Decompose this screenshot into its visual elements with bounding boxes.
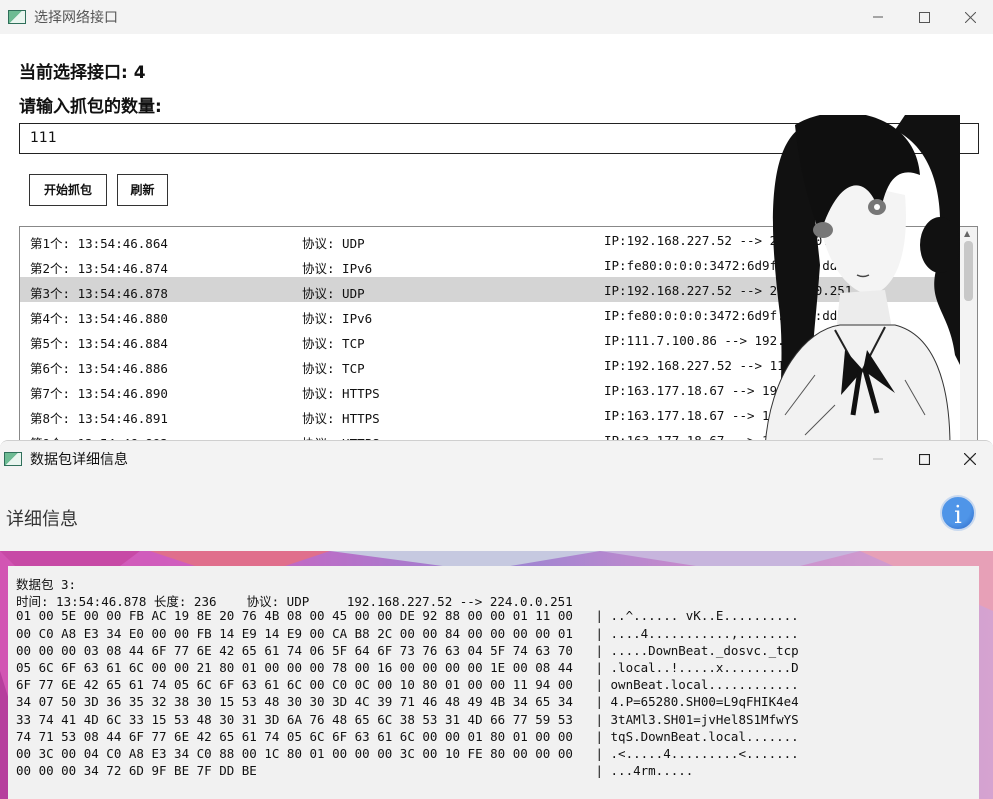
packet-time: 第7个: 13:54:46.890 [30, 386, 168, 401]
packet-protocol: 协议: HTTPS [302, 411, 380, 426]
minimize-button[interactable] [855, 0, 901, 34]
anime-character-illustration [764, 115, 960, 447]
window-controls [855, 0, 993, 34]
detail-header: 详细信息 i [0, 477, 993, 551]
close-icon [964, 453, 976, 465]
packet-protocol: 协议: TCP [302, 361, 365, 376]
app-icon [8, 10, 26, 24]
packet-protocol: 协议: HTTPS [302, 386, 380, 401]
detail-minimize-button[interactable] [855, 441, 901, 477]
minimize-icon [873, 16, 883, 18]
hex-dump-line: 6F 77 6E 42 65 61 74 05 6C 6F 63 61 6C 0… [16, 677, 799, 693]
close-button[interactable] [947, 0, 993, 34]
hex-dump-line: 00 3C 00 04 C0 A8 E3 34 C0 88 00 1C 80 0… [16, 746, 799, 761]
detail-app-icon [4, 452, 22, 466]
packet-detail-text[interactable]: 数据包 3: 时间: 13:54:46.878 长度: 236 协议: UDP 1… [8, 566, 979, 799]
packet-list-scrollbar[interactable]: ▲ [960, 227, 977, 444]
packet-time: 第8个: 13:54:46.891 [30, 411, 168, 426]
current-interface-label: 当前选择接口: 4 [19, 63, 146, 83]
packet-time: 第1个: 13:54:46.864 [30, 236, 168, 251]
minimize-icon [873, 458, 883, 460]
hex-dump-line: 01 00 5E 00 00 FB AC 19 8E 20 76 4B 08 0… [16, 608, 799, 624]
packet-protocol: 协议: UDP [302, 286, 365, 301]
detail-header-label: 详细信息 [6, 509, 78, 530]
packet-detail-window: 数据包详细信息 详细信息 i 数据包 3: 时间: 13:54:46.878 长… [0, 440, 993, 799]
hex-dump-line: 00 00 00 34 72 6D 9F BE 7F DD BE | ...4r… [16, 763, 694, 779]
maximize-icon [918, 453, 930, 465]
detail-window-controls [855, 441, 993, 477]
hex-dump-line: 00 00 00 03 08 44 6F 77 6E 42 65 61 74 0… [16, 642, 799, 658]
scroll-thumb[interactable] [964, 241, 973, 301]
close-icon [964, 11, 976, 23]
detail-maximize-button[interactable] [901, 441, 947, 477]
packet-protocol: 协议: UDP [302, 236, 365, 251]
maximize-button[interactable] [901, 0, 947, 34]
maximize-icon [918, 11, 930, 23]
detail-window-title: 数据包详细信息 [30, 452, 128, 468]
hex-dump-line: 74 71 53 08 44 6F 77 6E 42 65 61 74 05 6… [16, 728, 799, 744]
window-title: 选择网络接口 [34, 10, 118, 26]
hex-dump-line: 00 C0 A8 E3 34 E0 00 00 FB 14 E9 14 E9 0… [16, 625, 799, 641]
start-capture-button[interactable]: 开始抓包 [29, 174, 107, 206]
packet-detail-heading: 数据包 3: [16, 577, 77, 592]
title-bar[interactable]: 选择网络接口 [0, 0, 993, 34]
detail-title-bar[interactable]: 数据包详细信息 [0, 441, 993, 477]
scroll-up-icon[interactable]: ▲ [964, 229, 970, 238]
detail-close-button[interactable] [947, 441, 993, 477]
info-icon[interactable]: i [940, 495, 976, 531]
packet-protocol: 协议: IPv6 [302, 261, 373, 276]
packet-detail-summary: 时间: 13:54:46.878 长度: 236 协议: UDP 192.168… [16, 594, 573, 610]
packet-protocol: 协议: IPv6 [302, 311, 373, 326]
packet-time: 第6个: 13:54:46.886 [30, 361, 168, 376]
packet-time: 第4个: 13:54:46.880 [30, 311, 168, 326]
packet-time: 第5个: 13:54:46.884 [30, 336, 168, 351]
hex-dump-line: 05 6C 6F 63 61 6C 00 00 21 80 01 00 00 0… [16, 660, 799, 675]
refresh-button[interactable]: 刷新 [117, 174, 168, 206]
packet-protocol: 协议: TCP [302, 336, 365, 351]
hex-dump-line: 33 74 41 4D 6C 33 15 53 48 30 31 3D 6A 7… [16, 711, 799, 727]
packet-time: 第3个: 13:54:46.878 [30, 286, 168, 301]
packet-time: 第2个: 13:54:46.874 [30, 261, 168, 276]
count-prompt-label: 请输入抓包的数量: [19, 97, 162, 117]
hex-dump-line: 34 07 50 3D 36 35 32 38 30 15 53 48 30 3… [16, 694, 799, 710]
